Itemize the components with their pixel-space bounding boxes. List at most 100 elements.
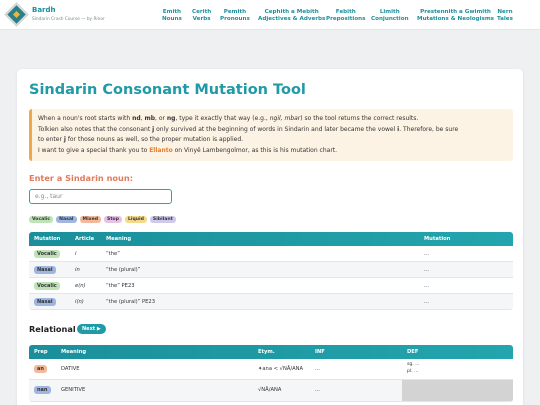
main-card: Sindarin Consonant Mutation Tool When a … bbox=[17, 69, 523, 405]
mutation-pill: Nasal bbox=[34, 298, 56, 306]
nav-adjectives-adverbs[interactable]: Cephith a Mebith Adjectives & Adverbs bbox=[258, 9, 325, 22]
info-text: , type it exactly that way (e.g., bbox=[175, 115, 270, 122]
column-header: Mutation bbox=[424, 236, 451, 242]
meaning-cell: DATIVE bbox=[61, 366, 80, 372]
article-cell: in bbox=[75, 267, 80, 273]
article-cell: e(n) bbox=[75, 283, 86, 289]
etym-cell: ✦ana < √NĀ/ANA bbox=[258, 366, 304, 372]
meaning-cell: “the” bbox=[106, 251, 120, 257]
relational-heading: Relational bbox=[29, 324, 76, 334]
info-box: When a noun's root starts with nd, mb, o… bbox=[29, 109, 513, 161]
etym-cell: √NĀ/ANA bbox=[258, 387, 282, 393]
meaning-cell: “the (plural)” PE23 bbox=[106, 299, 156, 305]
meaning-cell: GENITIVE bbox=[61, 387, 86, 393]
noun-input[interactable] bbox=[29, 189, 172, 204]
nav-line: Cerith bbox=[192, 9, 212, 15]
nav-line: Conjunction bbox=[371, 15, 409, 22]
table-row: nan GENITIVE √NĀ/ANA ... bbox=[29, 380, 513, 402]
nav-line: Mutations & Neologisms bbox=[417, 15, 495, 22]
logo-icon[interactable] bbox=[4, 2, 29, 27]
legend-tag-stop: Stop bbox=[104, 216, 122, 223]
info-text: ) so the tool returns the correct result… bbox=[300, 115, 419, 122]
nav-line: Nouns bbox=[162, 15, 182, 22]
info-text: When a noun's root starts with bbox=[38, 115, 133, 122]
nav-line: Emith bbox=[162, 9, 182, 15]
next-button[interactable]: Next ▶ bbox=[77, 324, 106, 334]
table-row: Vocalic i “the” ... bbox=[29, 246, 513, 262]
nav-line: Prepositions bbox=[326, 15, 366, 22]
article-mutation-table: Mutation Article Meaning Mutation Vocali… bbox=[29, 232, 513, 310]
mutation-pill: Nasal bbox=[34, 266, 56, 274]
nav-line: Nern bbox=[497, 9, 513, 15]
mutation-pill: Vocalic bbox=[34, 250, 60, 258]
nav-verbs[interactable]: Cerith Verbs bbox=[192, 9, 211, 22]
ellanto-link[interactable]: Ellanto bbox=[149, 147, 173, 154]
def-cell-empty bbox=[402, 380, 513, 401]
mutation-legend: Vocalic Nasal Mixed Stop Liquid Sibilant bbox=[29, 216, 176, 223]
info-text: ngil, mbar bbox=[269, 115, 301, 122]
info-text: , or bbox=[155, 115, 167, 122]
brand-subtitle: Sindarin Crash Course — by Rínor bbox=[32, 17, 105, 22]
article-cell: i(n) bbox=[75, 299, 84, 305]
nav-prepositions[interactable]: Febith Prepositions bbox=[326, 9, 366, 22]
nav-line: Pronouns bbox=[220, 15, 250, 22]
prep-pill: nan bbox=[34, 386, 51, 394]
nav-conjunction[interactable]: Limith Conjunction bbox=[371, 9, 409, 22]
meaning-cell: “the (plural)” bbox=[106, 267, 141, 273]
top-navbar: Bardh Sindarin Crash Course — by Rínor E… bbox=[0, 0, 540, 30]
table-row: Vocalic e(n) “the” PE23 ... bbox=[29, 278, 513, 294]
info-text: I want to give a special thank you to bbox=[38, 146, 150, 154]
column-header: Article bbox=[75, 236, 95, 242]
info-text: Tolkien also notes that the consonant bbox=[38, 125, 153, 133]
info-line: Tolkien also notes that the consonant j … bbox=[38, 125, 507, 136]
legend-tag-sibilant: Sibilant bbox=[149, 216, 176, 223]
inf-cell: ... bbox=[315, 387, 320, 393]
info-text: for those nouns as well, so the proper m… bbox=[65, 136, 244, 143]
nav-line: Cephith a Mebith bbox=[264, 9, 319, 15]
table-row: Nasal i(n) “the (plural)” PE23 ... bbox=[29, 294, 513, 310]
column-header: Mutation bbox=[34, 236, 61, 242]
table-row: an DATIVE ✦ana < √NĀ/ANA ... sg. ... pl.… bbox=[29, 359, 513, 380]
meaning-cell: “the” PE23 bbox=[106, 283, 135, 289]
inf-cell: ... bbox=[315, 366, 320, 372]
preposition-table: Prep Meaning Etym. INF DEF an DATIVE ✦an… bbox=[29, 345, 513, 402]
table-header: Prep Meaning Etym. INF DEF bbox=[29, 345, 513, 359]
nav-line: Verbs bbox=[192, 15, 211, 22]
info-line: When a noun's root starts with nd, mb, o… bbox=[38, 114, 507, 125]
enter-noun-label: Enter a Sindarin noun: bbox=[29, 173, 133, 183]
legend-tag-liquid: Liquid bbox=[124, 216, 147, 223]
prep-pill: an bbox=[34, 365, 47, 373]
mutation-pill: Vocalic bbox=[34, 282, 60, 290]
result-cell: ... bbox=[424, 299, 429, 305]
nav-line: Tales bbox=[497, 15, 513, 22]
nav-nouns[interactable]: Emith Nouns bbox=[162, 9, 182, 22]
info-text: to enter bbox=[38, 136, 64, 143]
column-header: INF bbox=[315, 349, 325, 355]
info-line: to enter j for those nouns as well, so t… bbox=[38, 135, 507, 146]
result-cell: ... bbox=[424, 251, 429, 257]
article-cell: i bbox=[75, 251, 77, 257]
column-header: DEF bbox=[407, 349, 419, 355]
column-header: Meaning bbox=[106, 236, 132, 242]
column-header: Prep bbox=[34, 349, 48, 355]
def-plural-cell: pl. ... bbox=[407, 369, 419, 374]
def-singular-cell: sg. ... bbox=[407, 362, 420, 367]
info-line: I want to give a special thank you to El… bbox=[38, 146, 507, 157]
nav-tales[interactable]: Nern Tales bbox=[497, 9, 513, 22]
nav-line: Prestennith a Gwimith bbox=[420, 9, 491, 15]
column-header: Meaning bbox=[61, 349, 87, 355]
info-text: nd bbox=[132, 115, 141, 122]
nav-mutations-neologisms[interactable]: Prestennith a Gwimith Mutations & Neologi… bbox=[417, 9, 494, 22]
table-header: Mutation Article Meaning Mutation bbox=[29, 232, 513, 246]
info-text: on Vinyë Lambengolmor, as this is his mu… bbox=[172, 146, 338, 154]
info-text: mb bbox=[144, 115, 156, 122]
result-cell: ... bbox=[424, 267, 429, 273]
page-title: Sindarin Consonant Mutation Tool bbox=[29, 82, 306, 98]
legend-tag-mixed: Mixed bbox=[79, 216, 102, 223]
legend-tag-vocalic: Vocalic bbox=[29, 216, 54, 223]
brand-title[interactable]: Bardh bbox=[32, 6, 56, 14]
nav-pronouns[interactable]: Pemith Pronouns bbox=[220, 9, 250, 22]
column-header: Etym. bbox=[258, 349, 275, 355]
info-text: only survived at the beginning of words … bbox=[154, 125, 398, 133]
nav-line: Pemith bbox=[223, 9, 247, 15]
